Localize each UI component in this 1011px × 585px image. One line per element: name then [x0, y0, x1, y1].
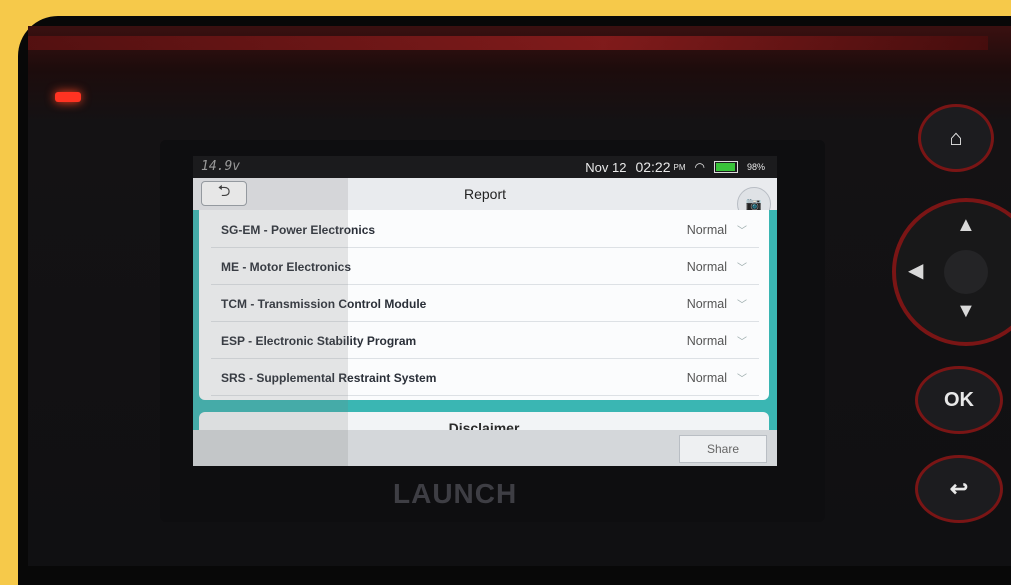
status-date: Nov 12: [585, 159, 627, 175]
share-button[interactable]: Share: [679, 435, 767, 463]
ok-hardware-button[interactable]: OK: [915, 366, 1003, 434]
voltage-readout: 14.9v: [201, 159, 241, 174]
wifi-icon: ◠: [694, 160, 705, 174]
module-status: Normal: [686, 297, 727, 311]
status-time: 02:22: [635, 159, 671, 175]
report-content: SG-EM - Power Electronics Normal ﹀ ME - …: [193, 210, 777, 442]
brand-logo: LAUNCH: [393, 478, 518, 509]
page-title: Report: [463, 186, 507, 202]
module-name: ESP - Electronic Stability Program: [221, 334, 417, 348]
module-status: Normal: [686, 334, 727, 348]
status-right-group: Nov 12 02:22 PM ◠ 98%: [585, 159, 765, 175]
home-icon: ⌂: [949, 125, 963, 150]
dpad-center[interactable]: [944, 250, 988, 294]
module-name: SG-EM - Power Electronics: [221, 223, 376, 237]
arrow-down-icon[interactable]: ▼: [956, 300, 976, 323]
report-row[interactable]: ME - Motor Electronics Normal ﹀: [211, 247, 759, 285]
title-bar: ⮌ Report 📷: [193, 178, 777, 221]
battery-percent: 98%: [746, 162, 765, 172]
report-row[interactable]: SG-EM - Power Electronics Normal ﹀: [211, 210, 759, 248]
bottom-bar: Share: [193, 430, 777, 466]
module-status: Normal: [686, 371, 727, 385]
report-row[interactable]: SRS - Supplemental Restraint System Norm…: [211, 358, 759, 396]
report-row[interactable]: TCM - Transmission Control Module Normal…: [211, 284, 759, 322]
device-red-stripe: [28, 36, 988, 50]
module-name: SRS - Supplemental Restraint System: [221, 371, 437, 385]
module-name: TCM - Transmission Control Module: [221, 297, 427, 311]
home-hardware-button[interactable]: ⌂: [918, 104, 994, 172]
chevron-down-icon: ﹀: [737, 263, 747, 274]
device-screen: 14.9v Nov 12 02:22 PM ◠ 98% ⮌ Report 📷 S…: [193, 156, 777, 466]
arrow-up-icon[interactable]: ▲: [956, 214, 976, 237]
chevron-down-icon: ﹀: [737, 226, 747, 237]
power-led: [55, 92, 81, 102]
status-ampm: PM: [673, 162, 686, 172]
report-panel: SG-EM - Power Electronics Normal ﹀ ME - …: [199, 210, 769, 400]
report-row[interactable]: ESP - Electronic Stability Program Norma…: [211, 321, 759, 359]
chevron-down-icon: ﹀: [737, 337, 747, 348]
chevron-down-icon: ﹀: [737, 374, 747, 385]
arrow-left-icon[interactable]: ◀: [908, 258, 923, 283]
status-bar: 14.9v Nov 12 02:22 PM ◠ 98%: [193, 156, 777, 178]
back-hardware-button[interactable]: ↩: [915, 455, 1003, 523]
battery-icon: [713, 161, 738, 173]
module-status: Normal: [686, 223, 727, 237]
module-status: Normal: [686, 260, 727, 274]
module-name: ME - Motor Electronics: [221, 260, 352, 274]
back-arrow-icon: ↩: [949, 476, 969, 501]
chevron-down-icon: ﹀: [737, 300, 747, 311]
